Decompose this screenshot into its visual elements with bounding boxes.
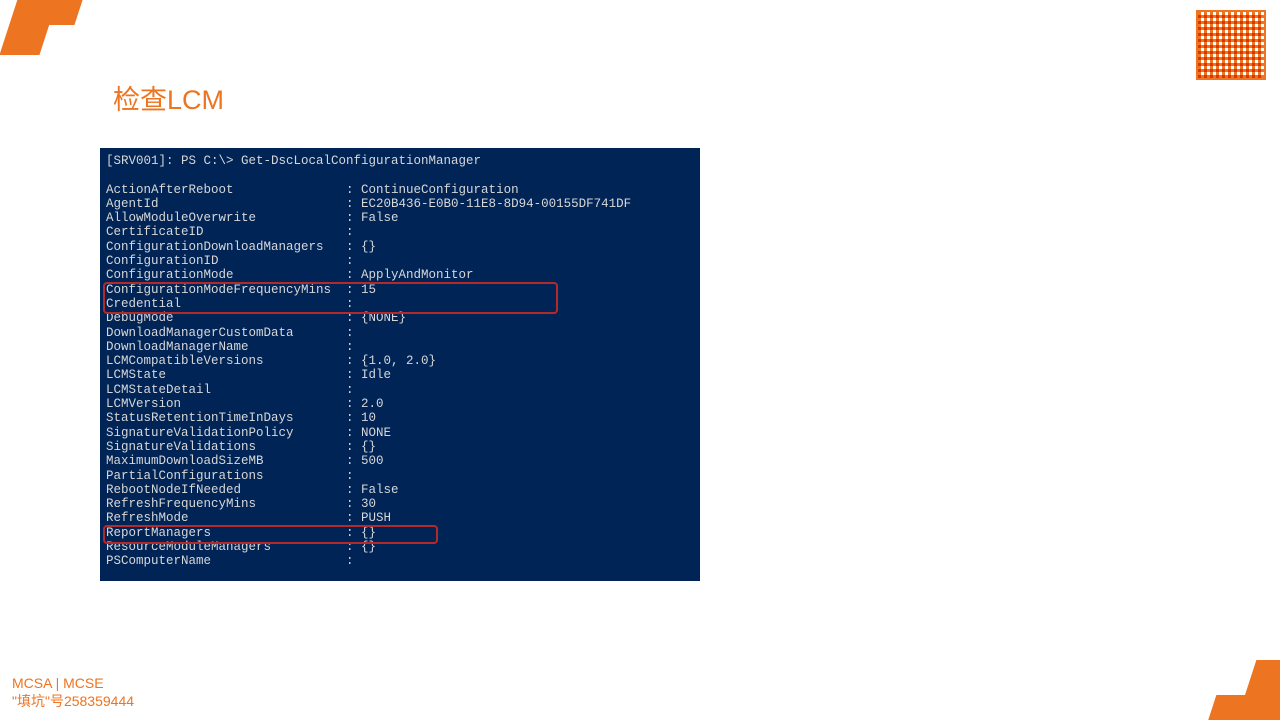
corner-decoration-top-left	[0, 0, 110, 70]
footer-line-1: MCSA | MCSE	[12, 674, 134, 692]
terminal-prompt: [SRV001]: PS C:\> Get-DscLocalConfigurat…	[106, 154, 694, 168]
slide-title: 检查LCM	[113, 78, 224, 117]
slide-footer: MCSA | MCSE "填坑"号258359444	[12, 674, 134, 710]
footer-line-2: "填坑"号258359444	[12, 692, 134, 710]
powershell-terminal: [SRV001]: PS C:\> Get-DscLocalConfigurat…	[100, 148, 700, 581]
qr-code-icon	[1196, 10, 1266, 80]
terminal-blank-line	[106, 168, 694, 182]
terminal-output: ActionAfterReboot : ContinueConfiguratio…	[106, 183, 694, 569]
corner-decoration-bottom-right	[1100, 660, 1280, 720]
